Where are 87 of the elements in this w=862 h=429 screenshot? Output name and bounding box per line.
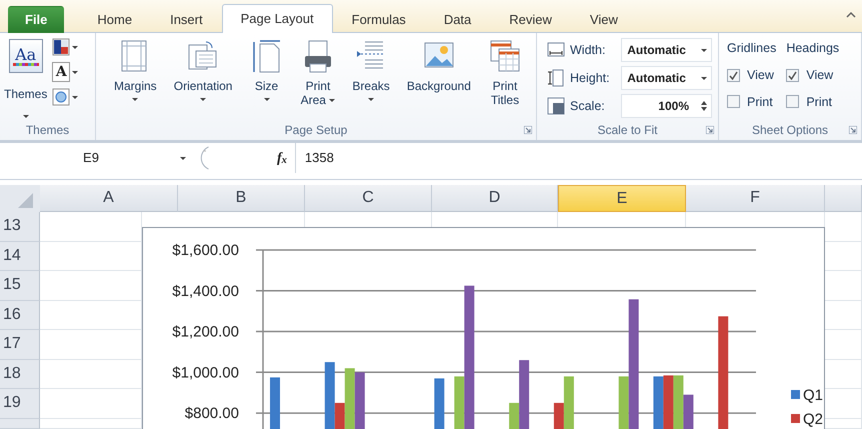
orientation-button[interactable]: Orientation (170, 37, 236, 120)
caret-icon (72, 46, 78, 48)
breaks-button[interactable]: Breaks (348, 37, 394, 120)
ribbon-tab[interactable]: Formulas (332, 6, 425, 33)
ribbon-tab[interactable]: Home (78, 6, 152, 33)
height-icon (547, 69, 565, 87)
insert-function-button[interactable]: f$_{x}$ (277, 143, 296, 173)
row-header[interactable] (0, 418, 40, 429)
dropdown-arrow-icon[interactable] (180, 156, 186, 160)
column-header[interactable]: E (558, 185, 686, 212)
size-button[interactable]: Size (246, 37, 288, 120)
name-box[interactable]: E9 (0, 143, 172, 173)
checkbox-option[interactable]: Print (727, 92, 776, 112)
row-header[interactable]: 16 (0, 300, 40, 330)
colors-button[interactable] (51, 37, 80, 57)
caret-icon (72, 70, 78, 74)
axis-label: $1,000.00 (172, 364, 239, 382)
themes-button[interactable]: Aa Themes (4, 37, 48, 120)
group-label: Scale to Fit (597, 122, 658, 139)
column-header[interactable]: B (178, 185, 305, 212)
dialog-launcher-icon (524, 126, 532, 134)
row-header[interactable]: 17 (0, 330, 40, 360)
caret-icon (72, 96, 78, 98)
caret-icon (22, 115, 29, 118)
print-area-button[interactable]: Print Area (296, 37, 340, 120)
caret-icon (701, 48, 707, 52)
ribbon-tab[interactable]: Insert (151, 6, 222, 33)
option-heading: Gridlines (727, 40, 776, 57)
checkbox[interactable] (786, 68, 800, 82)
checkbox[interactable] (727, 95, 740, 108)
print-titles-button[interactable]: Print Titles (484, 37, 526, 120)
column-header[interactable]: D (432, 185, 558, 212)
margins-button[interactable]: Margins (110, 37, 161, 120)
legend-label: Q1 (803, 387, 824, 404)
field-label: Scale: (570, 98, 606, 115)
themes-icon: Aa (8, 39, 43, 73)
column-header[interactable]: A (40, 185, 178, 212)
checkbox-option[interactable]: Print (786, 92, 840, 112)
checkbox-option[interactable]: View (786, 66, 840, 84)
row-header[interactable]: 13 (0, 212, 40, 242)
dropdown-field[interactable]: Automatic (621, 38, 712, 62)
background-button[interactable]: Background (402, 37, 475, 120)
width-icon (547, 41, 565, 59)
group-label: Themes (26, 122, 70, 139)
axis-label: $1,600.00 (172, 242, 239, 259)
row-header[interactable]: 14 (0, 242, 40, 271)
splitter-handle-icon (200, 146, 209, 170)
scale-icon (547, 97, 565, 115)
column-header[interactable]: C (305, 185, 432, 212)
axis-label: $1,200.00 (172, 324, 239, 341)
dialog-launcher-icon (849, 126, 857, 134)
font-icon: A (52, 62, 70, 82)
ribbon-tab[interactable]: Page Layout (222, 4, 333, 33)
ribbon-tab[interactable]: Data (424, 6, 490, 33)
field-label: Width: (570, 42, 606, 59)
row-header[interactable]: 15 (0, 271, 40, 300)
checkbox[interactable] (786, 95, 800, 108)
file-tab[interactable]: File (8, 6, 64, 33)
check-icon (788, 70, 798, 80)
color-swatch-icon (52, 38, 70, 56)
dialog-launcher-icon (706, 126, 714, 134)
spinner-field[interactable]: 100% (621, 94, 712, 118)
column-header[interactable] (825, 185, 862, 212)
ribbon-tab[interactable]: Review (490, 6, 571, 33)
sheet-cell[interactable] (40, 418, 142, 429)
check-icon (729, 70, 738, 80)
axis-label: $1,400.00 (172, 282, 239, 300)
field-label: Height: (570, 70, 611, 87)
select-all-corner[interactable] (0, 185, 40, 212)
legend-label: Q2 (803, 411, 824, 428)
group-label: Page Setup (284, 122, 348, 139)
axis-label: $800.00 (184, 405, 239, 422)
group-label: Sheet Options (752, 122, 828, 139)
formula-value[interactable]: 1358 (304, 148, 334, 168)
checkbox[interactable] (727, 68, 740, 82)
minimize-ribbon-icon (846, 11, 856, 18)
option-heading: Headings (786, 40, 840, 57)
row-header[interactable]: 18 (0, 360, 40, 389)
checkbox-option[interactable]: View (727, 66, 776, 84)
effects-button[interactable] (51, 87, 80, 107)
ribbon-tab[interactable]: View (570, 6, 637, 33)
spinner-arrows-icon (701, 101, 707, 111)
column-header[interactable]: F (686, 185, 825, 212)
row-header[interactable]: 19 (0, 389, 40, 418)
dropdown-field[interactable]: Automatic (621, 66, 712, 90)
caret-icon (701, 76, 707, 80)
fonts-button[interactable]: A (51, 61, 80, 83)
